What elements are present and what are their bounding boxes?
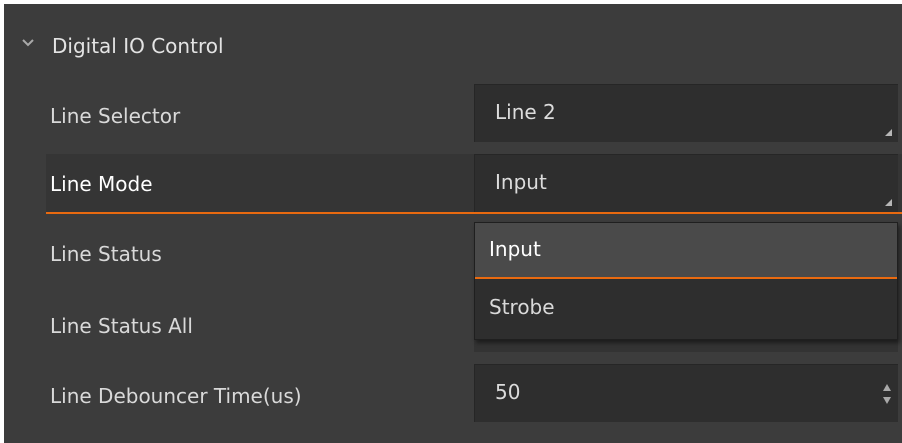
dropdown-corner-icon [885, 129, 892, 136]
section-title: Digital IO Control [52, 34, 224, 58]
dropdown-corner-icon [885, 199, 892, 206]
line-status-label: Line Status [50, 242, 162, 266]
line-mode-value: Input [495, 170, 547, 194]
option-input-label: Input [489, 237, 541, 261]
line-debouncer-time-label: Line Debouncer Time(us) [50, 384, 302, 408]
property-panel: Digital IO Control Line Selector Line 2 … [4, 4, 902, 443]
spin-arrows-icon[interactable] [882, 381, 892, 407]
line-status-all-field [474, 340, 898, 352]
option-strobe-label: Strobe [489, 295, 555, 319]
line-debouncer-time-value: 50 [495, 380, 521, 404]
line-selector-label: Line Selector [50, 104, 181, 128]
line-mode-options-list: Input Strobe [474, 222, 898, 340]
section-header-digital-io[interactable]: Digital IO Control [4, 26, 902, 66]
line-selector-dropdown[interactable]: Line 2 [474, 84, 898, 142]
active-row-underline [46, 212, 902, 214]
option-input[interactable]: Input [475, 223, 897, 279]
line-mode-dropdown[interactable]: Input [474, 154, 898, 212]
chevron-down-icon [22, 39, 34, 47]
line-mode-label: Line Mode [50, 172, 153, 196]
option-strobe[interactable]: Strobe [475, 281, 897, 337]
line-debouncer-time-input[interactable]: 50 [474, 364, 898, 422]
line-status-all-label: Line Status All [50, 314, 193, 338]
line-selector-value: Line 2 [495, 100, 556, 124]
